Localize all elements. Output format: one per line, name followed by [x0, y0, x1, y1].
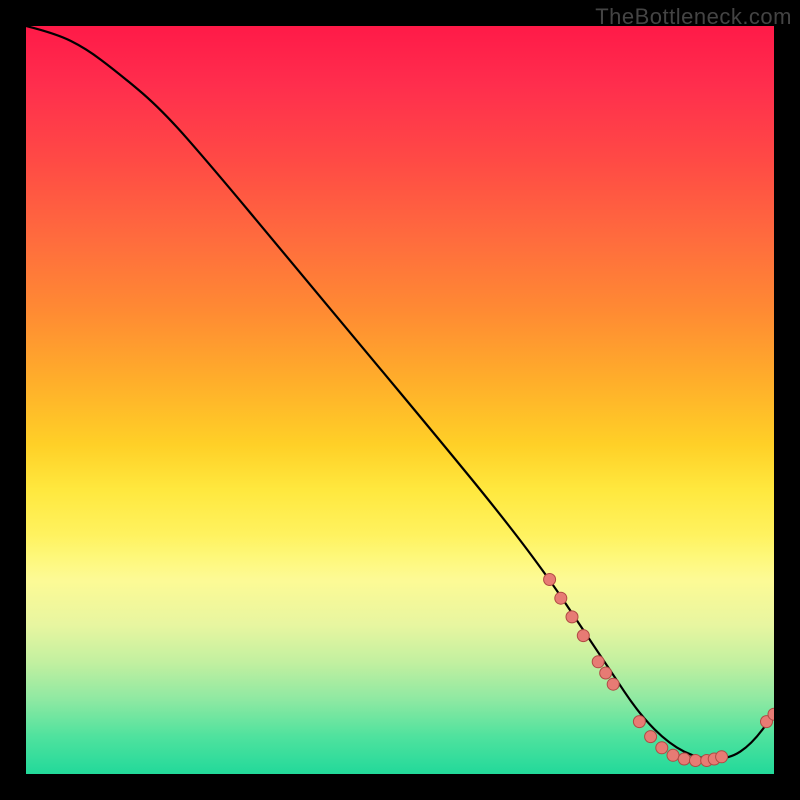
curve-marker [555, 592, 567, 604]
curve-marker [716, 751, 728, 763]
curve-marker [667, 749, 679, 761]
curve-marker [656, 742, 668, 754]
curve-marker [600, 667, 612, 679]
curve-marker [633, 716, 645, 728]
curve-marker [592, 656, 604, 668]
curve-marker [690, 755, 702, 767]
curve-markers [544, 574, 774, 767]
curve-marker [607, 678, 619, 690]
watermark-text: TheBottleneck.com [595, 4, 792, 30]
curve-marker [577, 630, 589, 642]
curve-marker [566, 611, 578, 623]
curve-marker [544, 574, 556, 586]
curve-marker [645, 731, 657, 743]
chart-frame: TheBottleneck.com [0, 0, 800, 800]
bottleneck-curve [26, 26, 774, 759]
curve-layer [26, 26, 774, 774]
curve-marker [678, 753, 690, 765]
